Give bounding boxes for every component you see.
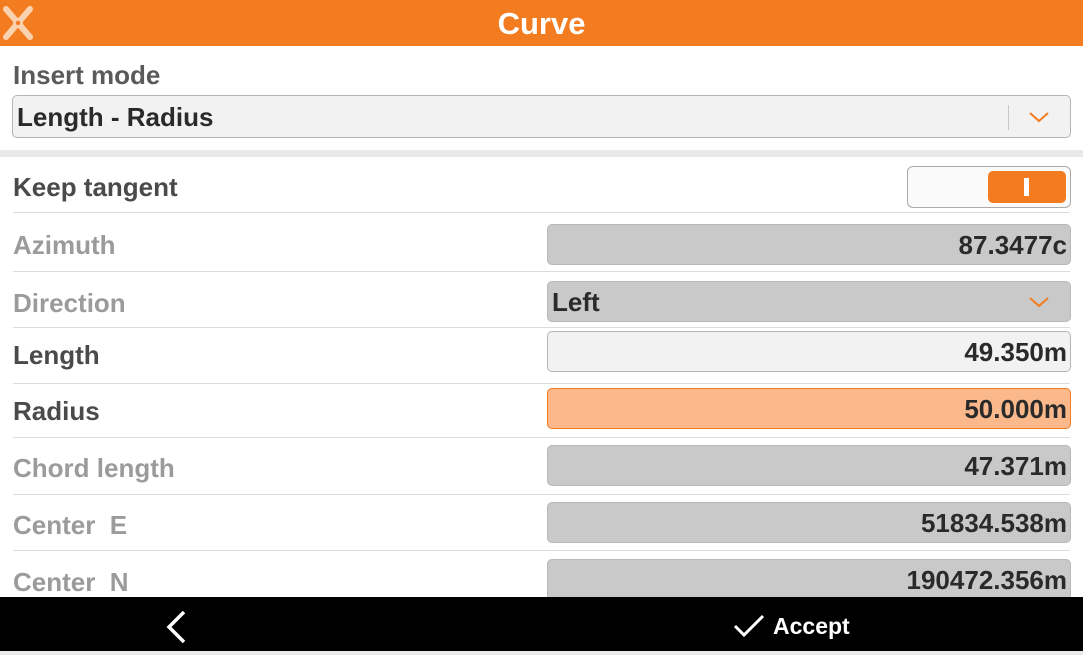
row-divider xyxy=(13,212,1070,213)
center-e-row: Center E 51834.538m xyxy=(0,495,1083,551)
direction-row: Direction Left xyxy=(0,272,1083,328)
azimuth-row: Azimuth 87.3477c xyxy=(0,216,1083,272)
insert-mode-value: Length - Radius xyxy=(17,102,214,132)
direction-value: Left xyxy=(552,287,600,317)
direction-select[interactable]: Left xyxy=(547,281,1071,322)
chord-length-label: Chord length xyxy=(13,453,175,483)
length-input[interactable]: 49.350m xyxy=(547,331,1071,372)
back-button[interactable] xyxy=(150,597,210,651)
keep-tangent-label: Keep tangent xyxy=(13,172,178,202)
row-divider xyxy=(13,550,1070,551)
center-e-label: Center E xyxy=(13,510,128,540)
center-n-label: Center N xyxy=(13,567,129,597)
chevron-down-icon xyxy=(1029,297,1049,308)
toggle-knob xyxy=(988,171,1066,203)
azimuth-label: Azimuth xyxy=(13,230,116,260)
center-n-field: 190472.356m xyxy=(547,559,1071,597)
chord-length-field: 47.371m xyxy=(547,445,1071,486)
center-e-field: 51834.538m xyxy=(547,502,1071,543)
bottom-action-bar: Accept xyxy=(0,597,1083,651)
length-label: Length xyxy=(13,340,100,370)
select-divider xyxy=(1008,105,1009,130)
row-divider xyxy=(13,437,1070,438)
radius-input[interactable]: 50.000m xyxy=(547,388,1071,429)
accept-button[interactable]: Accept xyxy=(725,597,865,651)
chevron-down-icon xyxy=(1029,112,1049,123)
length-row: Length 49.350m xyxy=(0,328,1083,384)
radius-label: Radius xyxy=(13,396,100,426)
insert-mode-panel: Insert mode Length - Radius xyxy=(0,46,1083,150)
insert-mode-select[interactable]: Length - Radius xyxy=(12,95,1071,138)
keep-tangent-row: Keep tangent xyxy=(0,157,1083,213)
azimuth-field: 87.3477c xyxy=(547,224,1071,265)
toggle-on-mark xyxy=(1024,178,1029,196)
page-title: Curve xyxy=(497,6,586,41)
radius-row: Radius 50.000m xyxy=(0,382,1083,438)
accept-label: Accept xyxy=(773,613,850,639)
keep-tangent-toggle[interactable] xyxy=(907,166,1071,208)
chord-length-row: Chord length 47.371m xyxy=(0,439,1083,495)
insert-mode-label: Insert mode xyxy=(13,60,161,90)
curve-form: Keep tangent Azimuth 87.3477c Direction … xyxy=(0,157,1083,597)
title-bar: Curve xyxy=(0,0,1083,46)
center-n-row: Center N 190472.356m xyxy=(0,552,1083,597)
chevron-left-icon xyxy=(166,610,186,644)
direction-label: Direction xyxy=(13,288,126,318)
checkmark-icon xyxy=(733,614,765,638)
select-divider xyxy=(1008,290,1009,315)
